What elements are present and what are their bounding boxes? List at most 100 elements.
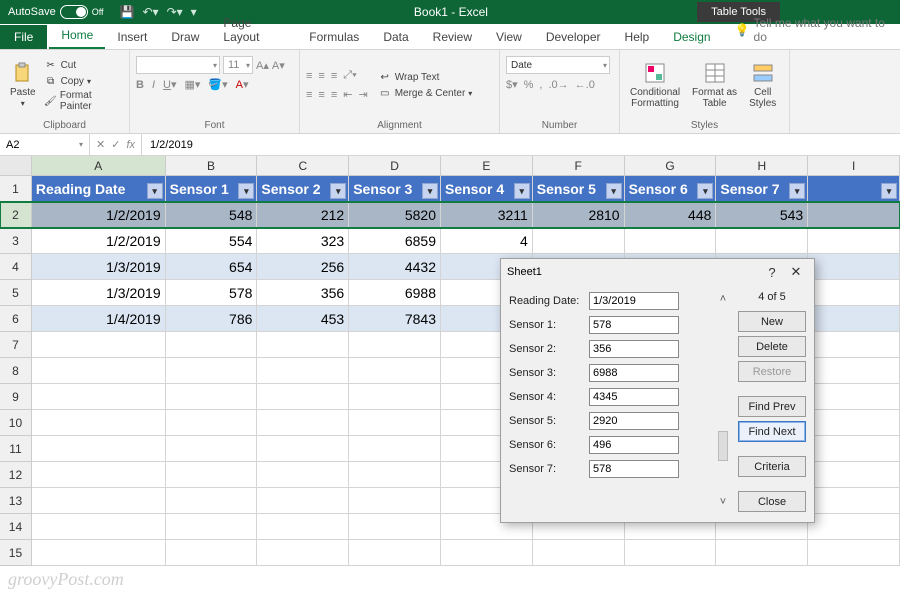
cell[interactable] (257, 514, 349, 540)
underline-button[interactable]: U▾ (163, 78, 176, 91)
find-prev-button[interactable]: Find Prev (738, 396, 806, 417)
indent-inc-icon[interactable]: ⇥ (358, 88, 367, 101)
cell[interactable]: 7843 (349, 306, 441, 332)
redo-icon[interactable]: ↷▾ (167, 5, 183, 19)
cell[interactable] (349, 540, 441, 566)
scroll-down-icon[interactable]: ˅ (720, 496, 726, 508)
number-format-combo[interactable]: Date (506, 56, 610, 74)
tab-data[interactable]: Data (371, 25, 420, 49)
dialog-titlebar[interactable]: Sheet1 ? ✕ (501, 259, 814, 285)
field-input[interactable] (589, 388, 679, 406)
cell[interactable]: Sensor 6 (625, 176, 717, 202)
orientation-icon[interactable]: ⤢▾ (343, 69, 356, 82)
comma-icon[interactable]: , (539, 79, 542, 91)
field-input[interactable] (589, 364, 679, 382)
cut-button[interactable]: ✂Cut (44, 58, 123, 72)
cell[interactable]: 4 (441, 228, 533, 254)
field-input[interactable] (589, 340, 679, 358)
help-icon[interactable]: ? (760, 265, 784, 280)
cell[interactable]: Sensor 1 (166, 176, 258, 202)
cell[interactable] (257, 410, 349, 436)
tab-file[interactable]: File (0, 25, 47, 49)
cell[interactable] (32, 332, 166, 358)
tab-page-layout[interactable]: Page Layout (211, 11, 297, 49)
italic-button[interactable]: I (152, 79, 155, 91)
align-bot-icon[interactable]: ≡ (331, 70, 337, 82)
cell[interactable]: Reading Date (32, 176, 166, 202)
cell[interactable] (32, 540, 166, 566)
shrink-font-icon[interactable]: A▾ (272, 59, 285, 72)
cell[interactable] (349, 488, 441, 514)
bold-button[interactable]: B (136, 79, 144, 91)
cell[interactable]: 578 (166, 280, 258, 306)
scrollbar-thumb[interactable] (718, 431, 728, 461)
tab-developer[interactable]: Developer (534, 25, 613, 49)
tab-review[interactable]: Review (421, 25, 484, 49)
cell[interactable] (166, 332, 258, 358)
cell[interactable]: 6988 (349, 280, 441, 306)
field-input[interactable] (589, 412, 679, 430)
cell[interactable] (32, 358, 166, 384)
align-top-icon[interactable]: ≡ (306, 70, 312, 82)
row-header[interactable]: 3 (0, 228, 32, 254)
col-header[interactable]: F (533, 156, 625, 175)
paste-button[interactable]: Paste▾ (6, 59, 40, 111)
cell[interactable] (349, 332, 441, 358)
col-header[interactable]: C (257, 156, 349, 175)
cell[interactable]: 212 (257, 202, 349, 228)
undo-icon[interactable]: ↶▾ (143, 5, 159, 19)
cell[interactable] (349, 358, 441, 384)
criteria-button[interactable]: Criteria (738, 456, 806, 477)
field-input[interactable] (589, 460, 679, 478)
cell[interactable] (349, 436, 441, 462)
cell[interactable] (533, 540, 625, 566)
cell[interactable]: 654 (166, 254, 258, 280)
cell[interactable] (257, 488, 349, 514)
cell[interactable] (349, 514, 441, 540)
cell[interactable] (166, 514, 258, 540)
font-color-button[interactable]: A▾ (236, 78, 249, 91)
field-input[interactable] (589, 436, 679, 454)
row-header[interactable]: 6 (0, 306, 32, 332)
cell[interactable]: Sensor 5 (533, 176, 625, 202)
align-right-icon[interactable]: ≡ (331, 89, 337, 101)
cell[interactable]: 1/3/2019 (32, 280, 166, 306)
cell[interactable] (166, 540, 258, 566)
cell[interactable] (166, 358, 258, 384)
row-header[interactable]: 12 (0, 462, 32, 488)
fx-icon[interactable]: fx (126, 139, 135, 151)
tab-draw[interactable]: Draw (159, 25, 211, 49)
cell[interactable] (808, 410, 900, 436)
cell[interactable] (441, 540, 533, 566)
cell[interactable]: 323 (257, 228, 349, 254)
field-input[interactable] (589, 292, 679, 310)
cell[interactable] (257, 462, 349, 488)
currency-icon[interactable]: $▾ (506, 78, 518, 91)
cell[interactable] (166, 436, 258, 462)
font-name-combo[interactable] (136, 56, 220, 74)
formula-value[interactable]: 1/2/2019 (142, 139, 201, 151)
cell[interactable] (166, 488, 258, 514)
cell[interactable] (808, 202, 900, 228)
cell[interactable]: 548 (166, 202, 258, 228)
border-button[interactable]: ▦▾ (185, 78, 201, 91)
cell[interactable] (32, 384, 166, 410)
cell[interactable]: 448 (625, 202, 717, 228)
col-header[interactable]: H (716, 156, 808, 175)
cell[interactable]: 786 (166, 306, 258, 332)
row-header[interactable]: 2 (0, 202, 32, 228)
cell[interactable]: 1/2/2019 (32, 228, 166, 254)
cancel-formula-icon[interactable]: ✕ (96, 138, 105, 151)
cell-styles-button[interactable]: Cell Styles (745, 59, 780, 111)
wrap-text-button[interactable]: ↩Wrap Text (378, 70, 473, 84)
cell[interactable] (625, 540, 717, 566)
dec-decimal-icon[interactable]: ←.0 (575, 79, 595, 91)
cell[interactable] (32, 462, 166, 488)
cell[interactable] (166, 462, 258, 488)
cell[interactable] (808, 358, 900, 384)
copy-button[interactable]: ⧉Copy▾ (44, 74, 123, 88)
cell[interactable] (808, 306, 900, 332)
find-next-button[interactable]: Find Next (738, 421, 806, 442)
select-all-corner[interactable] (0, 156, 32, 175)
cell[interactable] (808, 176, 900, 202)
